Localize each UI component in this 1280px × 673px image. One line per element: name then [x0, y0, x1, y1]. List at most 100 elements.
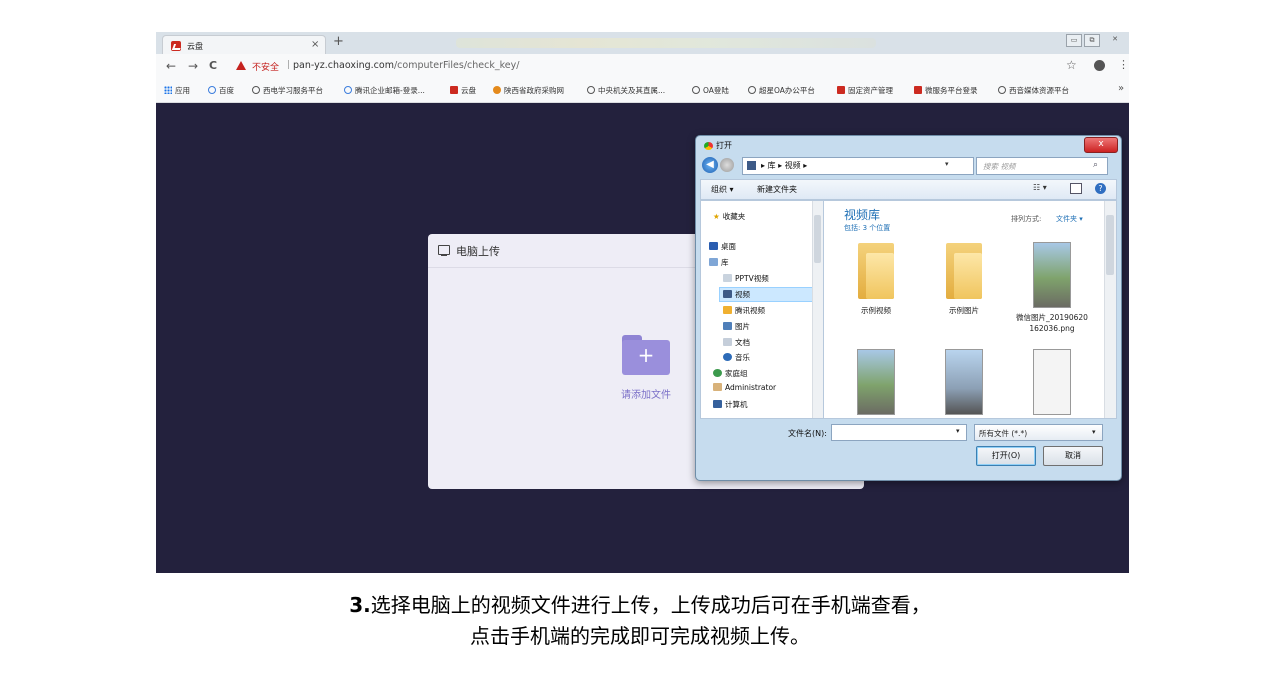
reload-icon[interactable]: C: [209, 59, 217, 72]
insecure-label[interactable]: 不安全: [252, 60, 279, 73]
music-icon: [723, 353, 732, 361]
bookmark-fixed-assets[interactable]: 固定资产管理: [837, 85, 893, 96]
search-placeholder: 搜索 视频: [983, 162, 1016, 171]
forward-icon[interactable]: →: [188, 59, 198, 73]
filename-label: 文件名(N):: [788, 429, 827, 438]
url-host: pan-yz.chaoxing.com: [293, 60, 394, 71]
organize-menu[interactable]: 组织 ▾: [711, 184, 734, 195]
file-item-image[interactable]: [929, 349, 999, 418]
close-window-button[interactable]: ✕: [1108, 34, 1122, 45]
tree-item-video[interactable]: 视频: [719, 287, 820, 302]
back-icon[interactable]: ←: [166, 59, 176, 73]
tree-scrollbar[interactable]: [812, 201, 823, 418]
bookmark-tencent-mail[interactable]: 腾讯企业邮箱-登录...: [344, 85, 425, 96]
chaoxing-icon: [837, 86, 845, 94]
tree-item-favorites[interactable]: ★ 收藏夹: [713, 211, 745, 222]
pictures-icon: [723, 322, 732, 330]
tree-item-administrator[interactable]: Administrator: [713, 383, 776, 392]
cancel-button[interactable]: 取消: [1043, 446, 1103, 466]
minimize-button[interactable]: ▭: [1066, 34, 1082, 47]
bookmark-star-icon[interactable]: ☆: [1066, 58, 1077, 72]
bookmark-cloud-disk[interactable]: 云盘: [450, 85, 476, 96]
tree-item-library[interactable]: 库: [709, 257, 729, 268]
file-item-image[interactable]: [1017, 349, 1087, 418]
path-breadcrumb[interactable]: ▸ 库 ▸ 视频 ▸ ▾ ⟲: [742, 157, 1007, 175]
bookmark-microservice[interactable]: 微服务平台登录: [914, 85, 978, 96]
image-thumbnail: [1033, 242, 1071, 308]
browser-tab[interactable]: 云盘 ×: [162, 35, 326, 55]
documents-icon: [723, 338, 732, 346]
star-icon: ★: [713, 212, 720, 221]
cloud-disk-icon: [450, 86, 458, 94]
mail-icon: [344, 86, 352, 94]
tree-item-homegroup[interactable]: 家庭组: [713, 368, 748, 379]
tab-close-button[interactable]: ×: [311, 39, 319, 50]
tree-item-pictures[interactable]: 图片: [723, 321, 750, 332]
tree-item-music[interactable]: 音乐: [723, 352, 750, 363]
add-file-link[interactable]: 请添加文件: [608, 386, 684, 401]
library-title: 视频库: [844, 208, 881, 222]
url-field[interactable]: pan-yz.chaoxing.com/computerFiles/check_…: [293, 60, 519, 71]
search-icon[interactable]: ⌕: [1093, 160, 1098, 170]
new-folder-button[interactable]: 新建文件夹: [757, 184, 797, 195]
instruction-caption: 3.选择电脑上的视频文件进行上传，上传成功后可在手机端查看， 点击手机端的完成即…: [0, 590, 1280, 652]
tree-item-tencent-video[interactable]: 腾讯视频: [723, 305, 765, 316]
folder-icon: [723, 274, 732, 282]
dialog-nav-row: ◀ ▸ 库 ▸ 视频 ▸ ▾ ⟲ 搜索 视频 ⌕: [700, 156, 1115, 176]
new-tab-button[interactable]: +: [333, 34, 344, 49]
bookmark-shaanxi-procurement[interactable]: 陕西省政府采购网: [493, 85, 564, 96]
tree-item-documents[interactable]: 文档: [723, 337, 750, 348]
tree-item-pptv[interactable]: PPTV视频: [723, 273, 769, 284]
library-locations[interactable]: 包括: 3 个位置: [844, 223, 890, 233]
file-list-scroll-thumb[interactable]: [1106, 215, 1114, 275]
folder-icon: [856, 241, 896, 301]
globe-icon: [587, 86, 595, 94]
bookmark-apps[interactable]: 应用: [164, 85, 190, 96]
menu-icon[interactable]: ⋮: [1118, 58, 1129, 71]
sort-label: 排列方式:: [1011, 215, 1042, 223]
chevron-down-icon: ▾: [1092, 428, 1096, 436]
tab-title: 云盘: [187, 42, 203, 51]
bookmark-baidu[interactable]: 百度: [208, 85, 234, 96]
bookmark-oa-login[interactable]: OA登陆: [692, 85, 729, 96]
add-folder-icon[interactable]: +: [622, 335, 670, 375]
image-thumbnail: [857, 349, 895, 415]
chevron-down-icon[interactable]: ▾: [956, 427, 960, 435]
path-dropdown-icon[interactable]: ▾: [945, 160, 949, 168]
bookmark-xidian[interactable]: 西电学习服务平台: [252, 85, 323, 96]
url-path: /computerFiles/check_key/: [393, 60, 520, 71]
globe-icon: [998, 86, 1006, 94]
filename-input[interactable]: ▾: [831, 424, 967, 441]
file-item-image[interactable]: [841, 349, 911, 418]
chaoxing-icon: [914, 86, 922, 94]
bookmarks-more-icon[interactable]: »: [1118, 83, 1124, 94]
tree-item-desktop[interactable]: 桌面: [709, 241, 736, 252]
file-item-sample-pictures[interactable]: 示例图片: [929, 241, 999, 316]
forward-arrow-icon[interactable]: [720, 158, 734, 172]
globe-icon: [748, 86, 756, 94]
sort-dropdown[interactable]: 文件夹 ▾: [1056, 214, 1083, 224]
file-item-sample-videos[interactable]: 示例视频: [841, 241, 911, 316]
search-input[interactable]: 搜索 视频 ⌕: [976, 157, 1108, 175]
preview-pane-icon[interactable]: [1070, 183, 1082, 194]
filetype-value: 所有文件 (*.*): [979, 429, 1028, 438]
globe-icon: [252, 86, 260, 94]
file-item-wechat-image[interactable]: 微信图片_20190620162036.png: [1015, 242, 1089, 334]
account-icon[interactable]: [1094, 60, 1105, 71]
back-arrow-icon[interactable]: ◀: [702, 157, 718, 173]
bookmark-chaoxing-oa[interactable]: 超星OA办公平台: [748, 85, 815, 96]
bookmark-media-resources[interactable]: 西音媒体资源平台: [998, 85, 1069, 96]
maximize-button[interactable]: ⧉: [1084, 34, 1100, 47]
caption-line-1: 3.选择电脑上的视频文件进行上传，上传成功后可在手机端查看，: [349, 593, 931, 617]
tree-scroll-thumb[interactable]: [814, 215, 821, 263]
dialog-close-button[interactable]: x: [1084, 137, 1118, 153]
tree-item-computer[interactable]: 计算机: [713, 399, 748, 410]
file-list-scrollbar[interactable]: [1104, 201, 1116, 418]
bookmark-central-organs[interactable]: 中央机关及其直属...: [587, 85, 665, 96]
help-icon[interactable]: ?: [1095, 183, 1106, 194]
open-button[interactable]: 打开(O): [976, 446, 1036, 466]
filetype-select[interactable]: 所有文件 (*.*) ▾: [974, 424, 1103, 441]
user-icon: [713, 383, 722, 391]
view-options-icon[interactable]: ☷ ▾: [1033, 183, 1047, 192]
image-thumbnail: [1033, 349, 1071, 415]
